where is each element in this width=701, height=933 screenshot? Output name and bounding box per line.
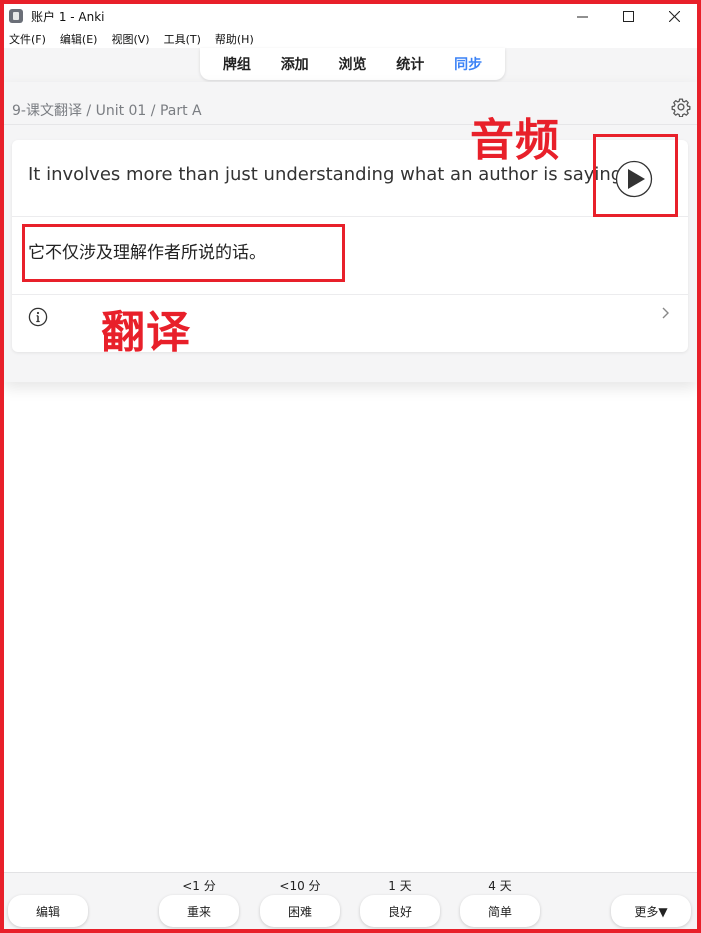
again-button[interactable]: 重来 xyxy=(159,895,239,927)
close-button[interactable] xyxy=(651,4,697,28)
gear-icon[interactable] xyxy=(671,97,691,117)
anki-app-icon xyxy=(9,9,23,23)
answer-bar: 编辑 <1 分 重来 <10 分 困难 1 天 良好 4 天 简单 更多▼ xyxy=(4,872,697,929)
chevron-right-icon[interactable] xyxy=(660,306,670,320)
hard-button[interactable]: 困难 xyxy=(260,895,340,927)
maximize-icon xyxy=(622,10,634,22)
card-divider xyxy=(12,216,688,217)
title-bar: 账户 1 - Anki xyxy=(4,4,697,28)
translation-annotation-label: 翻译 xyxy=(101,307,191,358)
toolbar-add-button[interactable]: 添加 xyxy=(281,54,309,74)
window-controls xyxy=(559,4,697,28)
toolbar-browse-button[interactable]: 浏览 xyxy=(338,54,366,74)
toolbar-stats-button[interactable]: 统计 xyxy=(396,54,424,74)
toolbar-sync-button[interactable]: 同步 xyxy=(454,54,482,74)
info-icon[interactable] xyxy=(28,307,48,327)
audio-annotation-label: 音频 xyxy=(470,115,560,166)
main-toolbar: 牌组 添加 浏览 统计 同步 xyxy=(200,48,505,80)
audio-annotation-box xyxy=(593,134,678,217)
translation-annotation-box xyxy=(22,224,345,282)
minimize-icon xyxy=(576,16,588,17)
interval-hard: <10 分 xyxy=(279,879,321,893)
interval-again: <1 分 xyxy=(182,879,216,893)
menu-help[interactable]: 帮助(H) xyxy=(211,31,258,47)
toolbar-area: 牌组 添加 浏览 统计 同步 xyxy=(4,48,697,82)
interval-easy: 4 天 xyxy=(488,879,512,893)
good-button[interactable]: 良好 xyxy=(360,895,440,927)
card-footer-divider xyxy=(12,294,688,295)
window-title: 账户 1 - Anki xyxy=(31,9,105,24)
more-button[interactable]: 更多▼ xyxy=(611,895,691,927)
minimize-button[interactable] xyxy=(559,4,605,28)
menu-file[interactable]: 文件(F) xyxy=(5,31,50,47)
maximize-button[interactable] xyxy=(605,4,651,28)
menu-view[interactable]: 视图(V) xyxy=(107,31,153,47)
close-icon xyxy=(668,10,680,22)
edit-button[interactable]: 编辑 xyxy=(8,895,88,927)
menu-edit[interactable]: 编辑(E) xyxy=(56,31,102,47)
toolbar-decks-button[interactable]: 牌组 xyxy=(223,54,251,74)
interval-good: 1 天 xyxy=(388,879,412,893)
menu-tools[interactable]: 工具(T) xyxy=(160,31,205,47)
menu-bar: 文件(F) 编辑(E) 视图(V) 工具(T) 帮助(H) xyxy=(4,30,697,48)
header-divider xyxy=(4,124,697,125)
deck-breadcrumb: 9-课文翻译 / Unit 01 / Part A xyxy=(12,103,202,119)
easy-button[interactable]: 简单 xyxy=(460,895,540,927)
